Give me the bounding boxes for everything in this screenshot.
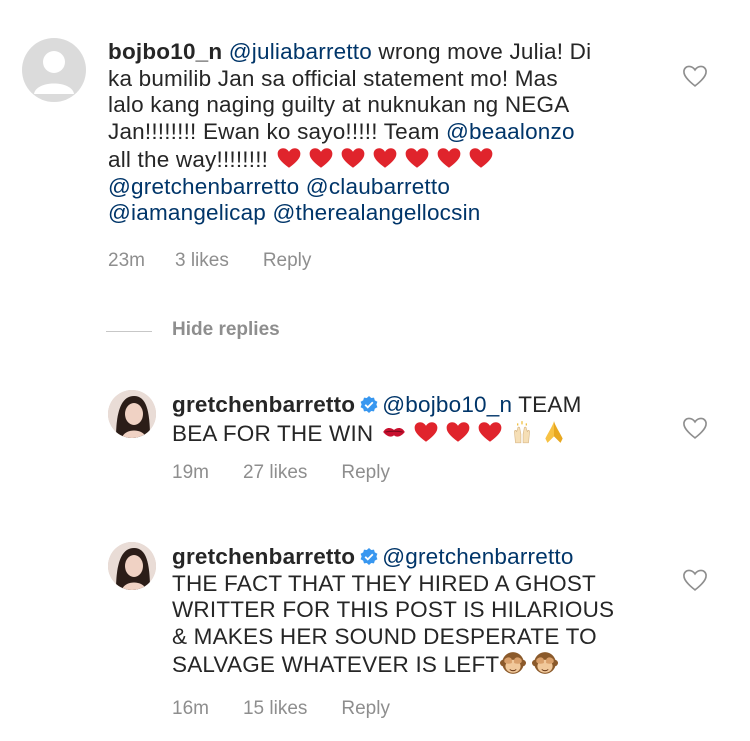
red-heart-emoji [277, 148, 300, 168]
reply-line: & MAKES HER SOUND DESPERATE TO [172, 623, 597, 649]
emoji-row [380, 420, 572, 446]
reply-line: THE FACT THAT THEY HIRED A GHOST [172, 570, 596, 596]
comment-line: lalo kang naging guilty at nuknukan ng N… [108, 92, 570, 117]
mention-link[interactable]: @iamangelicap @therealangellocsin [108, 200, 678, 227]
reply-line: WRITTER FOR THIS POST IS HILARIOUS [172, 597, 615, 622]
verified-badge-icon [360, 396, 378, 413]
red-heart-emoji-row [275, 147, 499, 172]
comment-line: ka bumilib Jan sa official statement mo!… [108, 65, 558, 91]
profile-photo-icon [108, 542, 156, 590]
heart-outline-icon[interactable] [680, 62, 710, 90]
comment-line: wrong move Julia! Di [371, 39, 592, 64]
mention-link[interactable]: @juliabarretto [229, 39, 372, 64]
comment-time: 23m [108, 250, 145, 271]
reply-likes[interactable]: 27 likes [243, 462, 307, 484]
kiss-mark-emoji [382, 427, 405, 437]
reply-username[interactable]: gretchenbarretto [172, 544, 355, 569]
mention-link[interactable]: @gretchenbarretto [382, 544, 573, 569]
see-no-evil-monkey-emoji [532, 652, 559, 674]
emoji-row [499, 652, 563, 677]
comment-likes[interactable]: 3 likes [175, 250, 229, 272]
red-heart-emoji [478, 421, 502, 442]
mention-link[interactable]: @beaalonzo [446, 119, 575, 144]
folded-hands-emoji [545, 420, 563, 443]
reply-text: gretchenbarretto @gretchenbarretto THE FA… [172, 544, 652, 679]
red-heart-emoji [446, 421, 470, 442]
comment-line: all the way!!!!!!!! [108, 147, 275, 172]
comment-text: bojbo10_n @juliabarretto wrong move Juli… [108, 39, 678, 227]
reply-meta: 16m 15 likes Reply [172, 698, 390, 720]
reply-line: TEAM [512, 392, 582, 417]
avatar-bojbo10-n[interactable] [22, 38, 86, 102]
reply-likes[interactable]: 15 likes [243, 698, 307, 720]
hide-replies-button[interactable]: Hide replies [172, 319, 280, 341]
mention-link[interactable]: @bojbo10_n [382, 392, 512, 417]
red-heart-emoji [469, 148, 492, 168]
default-avatar-icon [34, 51, 74, 94]
reply-button[interactable]: Reply [341, 698, 390, 720]
comment-meta: 23m 3 likes Reply [108, 250, 311, 272]
reply-button[interactable]: Reply [341, 462, 390, 484]
reply-time: 16m [172, 698, 209, 719]
raising-hands-emoji [513, 420, 530, 443]
reply-line: SALVAGE WHATEVER IS LEFT [172, 652, 500, 677]
red-heart-emoji [414, 421, 438, 442]
reply-meta: 19m 27 likes Reply [172, 462, 390, 484]
red-heart-emoji [437, 148, 460, 168]
see-no-evil-monkey-emoji [500, 652, 527, 674]
red-heart-emoji [309, 148, 332, 168]
red-heart-emoji [373, 148, 396, 168]
heart-outline-icon[interactable] [680, 566, 710, 594]
reply-button[interactable]: Reply [263, 250, 312, 272]
reply-username[interactable]: gretchenbarretto [172, 392, 355, 417]
hide-replies-line [106, 331, 152, 332]
avatar-gretchenbarretto[interactable] [108, 542, 156, 590]
profile-photo-icon [108, 390, 156, 438]
comment-line: Jan!!!!!!!! Ewan ko sayo!!!!! Team [108, 118, 446, 144]
reply-line: BEA FOR THE WIN [172, 420, 380, 446]
mention-link[interactable]: @gretchenbarretto @claubarretto [108, 174, 678, 201]
heart-outline-icon[interactable] [680, 414, 710, 442]
red-heart-emoji [341, 148, 364, 168]
red-heart-emoji [405, 148, 428, 168]
comment-username[interactable]: bojbo10_n [108, 39, 222, 64]
reply-text: gretchenbarretto @bojbo10_n TEAM BEA FOR … [172, 392, 652, 447]
avatar-gretchenbarretto[interactable] [108, 390, 156, 438]
verified-badge-icon [360, 548, 378, 565]
reply-time: 19m [172, 462, 209, 483]
